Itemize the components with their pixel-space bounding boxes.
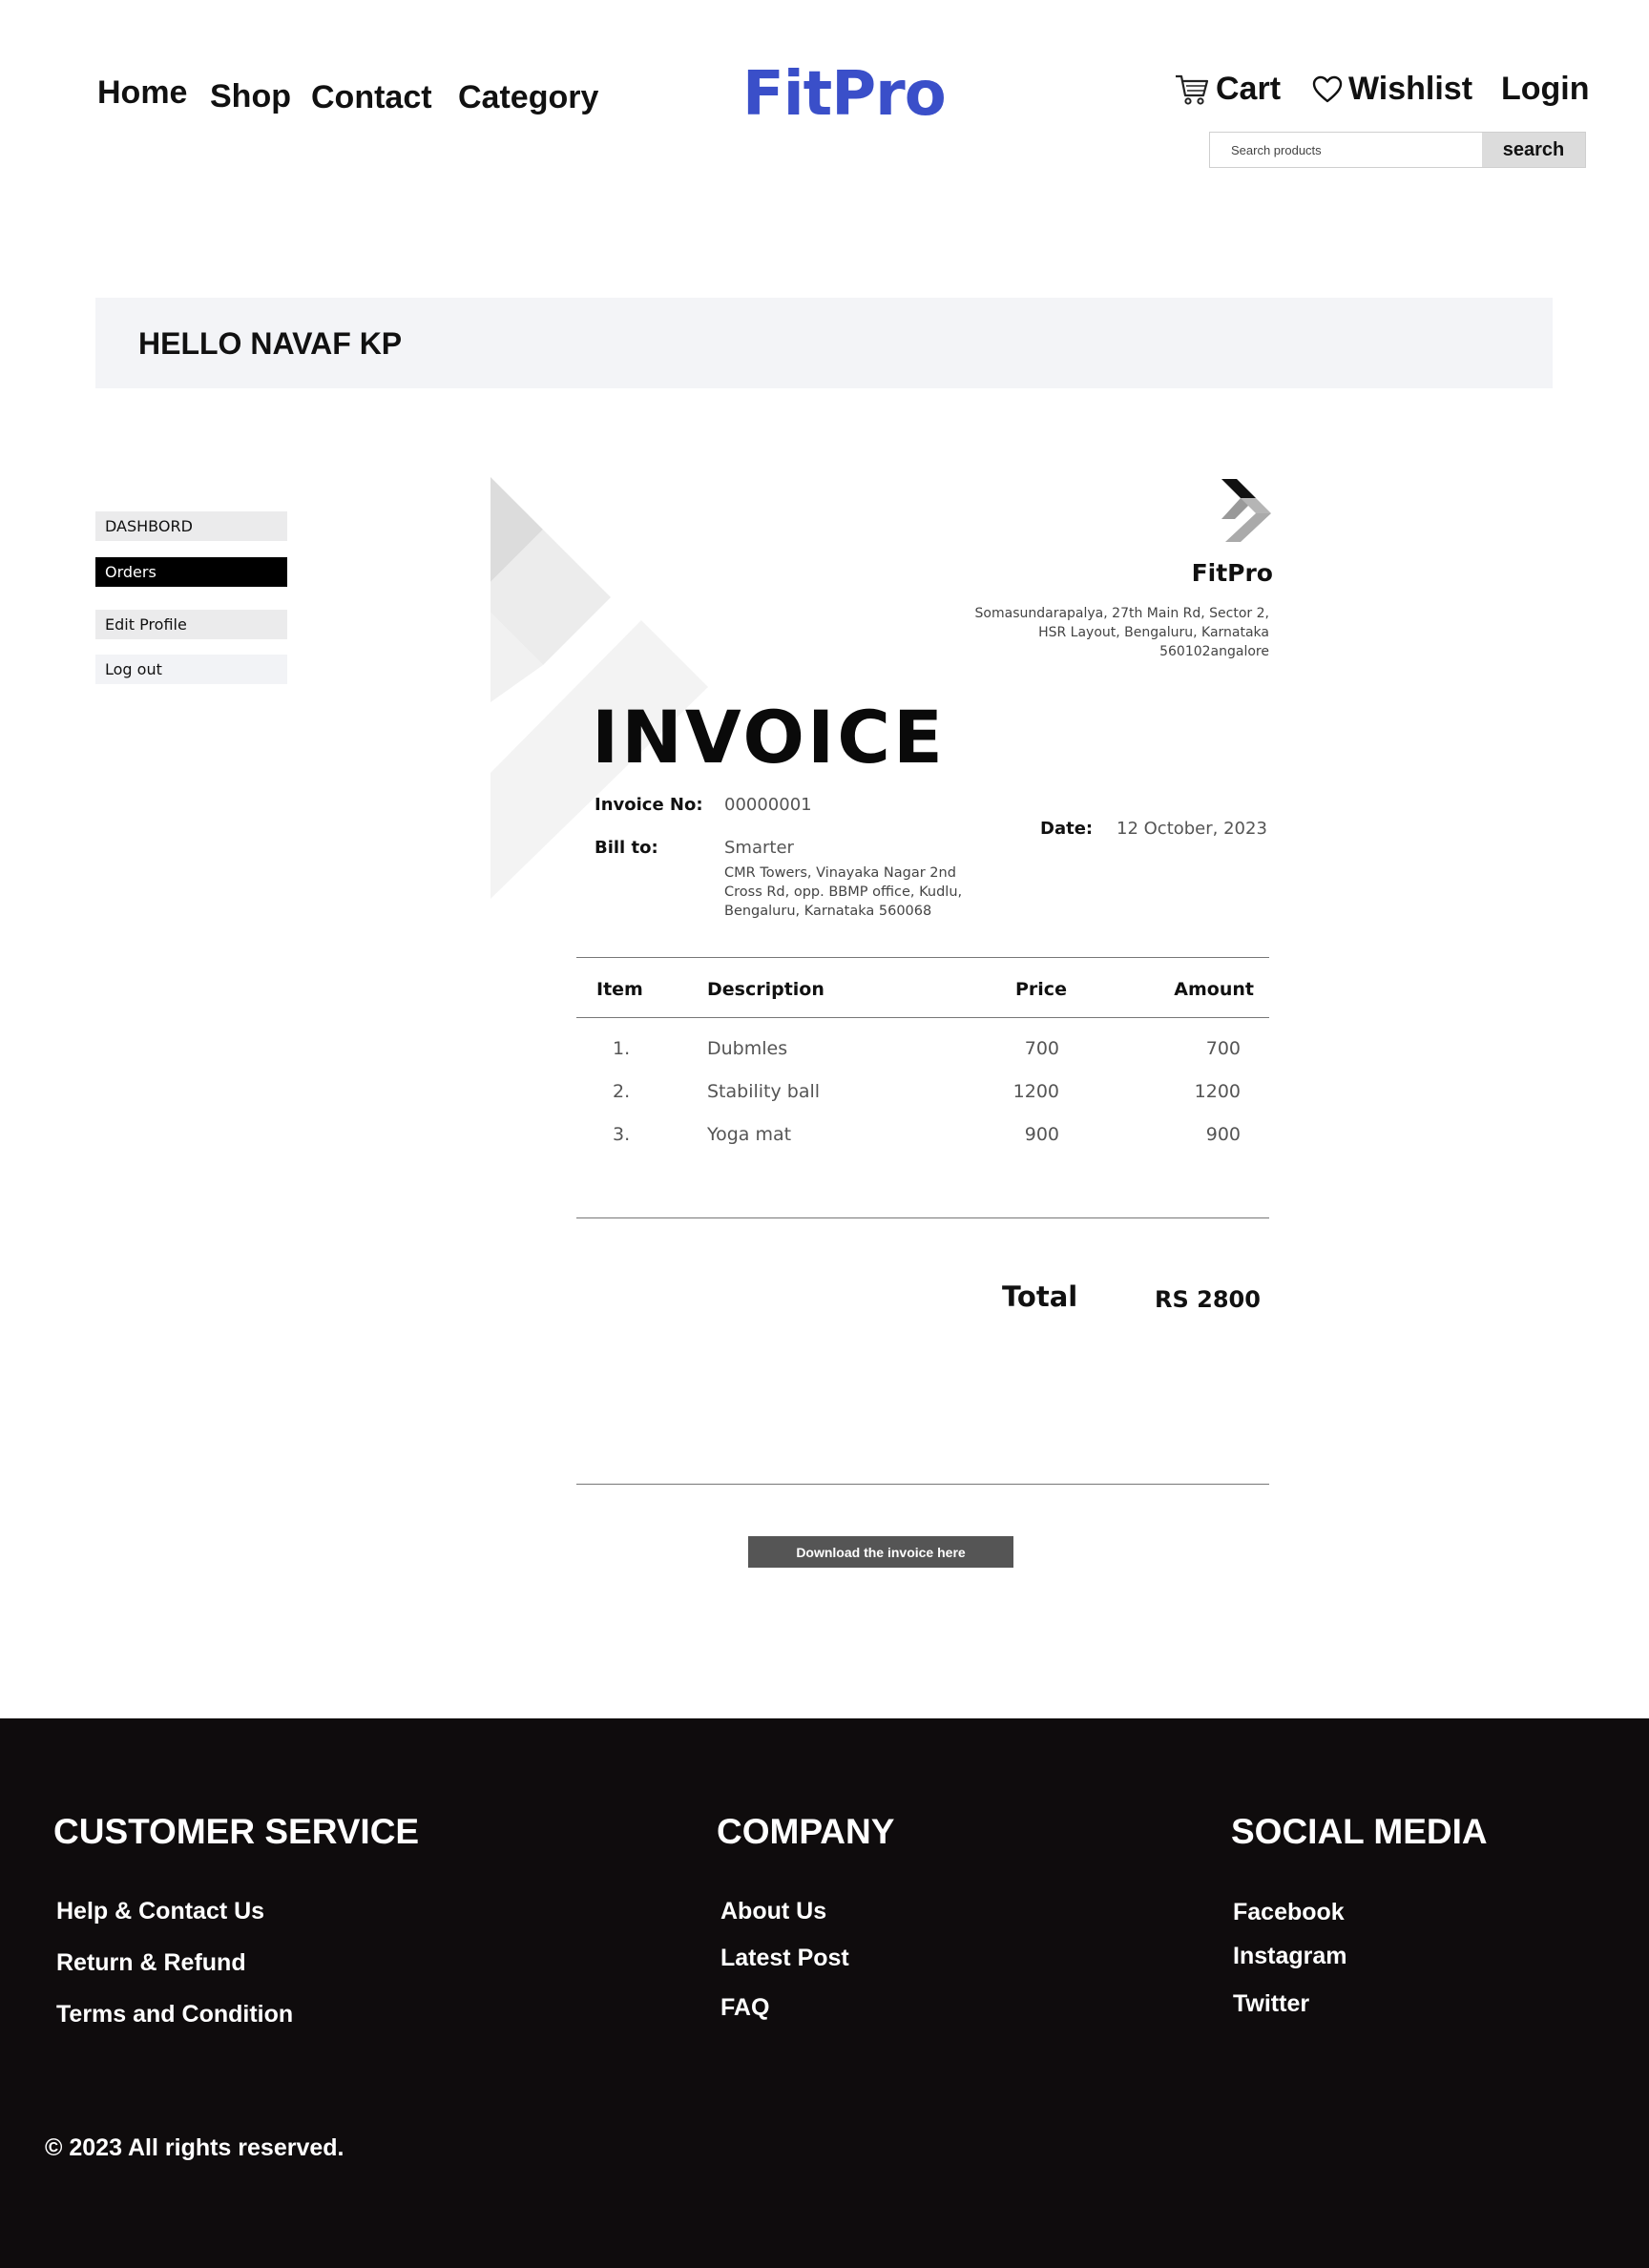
wishlist-label: Wishlist xyxy=(1348,71,1473,107)
cart-icon xyxy=(1174,72,1210,108)
invoice-no-value: 00000001 xyxy=(724,795,812,815)
date-label: Date: xyxy=(1040,819,1094,839)
bill-to-label: Bill to: xyxy=(595,838,658,858)
row-price: 900 xyxy=(1024,1124,1059,1145)
invoice-company-address: Somasundarapalya, 27th Main Rd, Sector 2… xyxy=(974,606,1269,659)
fitpro-chevron-logo-icon xyxy=(1221,479,1271,542)
nav-contact-link[interactable]: Contact xyxy=(311,79,432,116)
row-description: Stability ball xyxy=(707,1081,821,1102)
column-header-price: Price xyxy=(1015,979,1067,1000)
site-footer: CUSTOMER SERVICE Help & Contact Us Retur… xyxy=(0,1718,1649,2268)
heart-icon xyxy=(1312,75,1343,104)
search-bar: search xyxy=(1209,132,1586,168)
column-header-amount: Amount xyxy=(1174,979,1254,1000)
search-input[interactable] xyxy=(1210,133,1482,167)
row-amount: 700 xyxy=(1205,1038,1241,1059)
bill-to-name: Smarter xyxy=(724,838,794,858)
divider xyxy=(576,1017,1269,1018)
table-row: 2. Stability ball 1200 1200 xyxy=(491,1081,1273,1110)
cart-button[interactable]: Cart xyxy=(1174,71,1281,108)
total-value: RS 2800 xyxy=(1155,1286,1261,1313)
row-amount: 900 xyxy=(1205,1124,1241,1145)
date-value: 12 October, 2023 xyxy=(1117,819,1267,839)
brand-logo[interactable]: FitPro xyxy=(742,59,947,130)
footer-link-facebook[interactable]: Facebook xyxy=(1233,1899,1345,1926)
footer-heading-customer-service: CUSTOMER SERVICE xyxy=(53,1812,420,1851)
table-row: 3. Yoga mat 900 900 xyxy=(491,1124,1273,1153)
divider xyxy=(576,1217,1269,1218)
column-header-description: Description xyxy=(707,979,824,1000)
row-price: 700 xyxy=(1024,1038,1059,1059)
wishlist-button[interactable]: Wishlist xyxy=(1312,71,1472,108)
table-row: 1. Dubmles 700 700 xyxy=(491,1038,1273,1067)
row-item-number: 3. xyxy=(613,1124,631,1145)
cart-label: Cart xyxy=(1216,71,1282,107)
search-button[interactable]: search xyxy=(1482,133,1585,167)
bill-to-address: CMR Towers, Vinayaka Nagar 2nd Cross Rd,… xyxy=(724,865,963,919)
invoice-decorative-shapes xyxy=(491,477,708,899)
footer-link-terms[interactable]: Terms and Condition xyxy=(56,2001,293,2029)
footer-link-return-refund[interactable]: Return & Refund xyxy=(56,1949,246,1977)
invoice-no-label: Invoice No: xyxy=(595,795,703,815)
sidebar-item-logout[interactable]: Log out xyxy=(95,655,287,684)
footer-link-twitter[interactable]: Twitter xyxy=(1233,1990,1309,2018)
row-price: 1200 xyxy=(1012,1081,1059,1102)
footer-link-about[interactable]: About Us xyxy=(720,1898,826,1925)
nav-category-link[interactable]: Category xyxy=(458,79,598,116)
divider xyxy=(576,957,1269,958)
footer-heading-social-media: SOCIAL MEDIA xyxy=(1231,1812,1488,1851)
login-link[interactable]: Login xyxy=(1501,71,1590,108)
footer-link-faq[interactable]: FAQ xyxy=(720,1994,769,2022)
nav-home-link[interactable]: Home xyxy=(97,74,187,112)
sidebar-item-dashboard[interactable]: DASHBORD xyxy=(95,511,287,541)
nav-shop-link[interactable]: Shop xyxy=(210,78,291,115)
footer-link-help-contact[interactable]: Help & Contact Us xyxy=(56,1898,264,1925)
row-description: Yoga mat xyxy=(707,1124,792,1145)
row-item-number: 1. xyxy=(613,1038,631,1059)
footer-heading-company: COMPANY xyxy=(717,1812,895,1851)
sidebar-item-orders[interactable]: Orders xyxy=(95,557,287,587)
sidebar-item-edit-profile[interactable]: Edit Profile xyxy=(95,610,287,639)
copyright-text: © 2023 All rights reserved. xyxy=(45,2134,344,2161)
total-label: Total xyxy=(1002,1280,1078,1313)
invoice-title: INVOICE xyxy=(592,695,946,780)
footer-link-latest-post[interactable]: Latest Post xyxy=(720,1945,849,1972)
column-header-item: Item xyxy=(596,979,643,1000)
download-invoice-button[interactable]: Download the invoice here xyxy=(748,1536,1013,1568)
row-amount: 1200 xyxy=(1194,1081,1241,1102)
greeting-banner: HELLO NAVAF KP xyxy=(95,298,1553,388)
footer-link-instagram[interactable]: Instagram xyxy=(1233,1943,1346,1970)
invoice-company-name: FitPro xyxy=(1191,559,1273,587)
row-description: Dubmles xyxy=(707,1038,788,1059)
invoice-document: FitPro Somasundarapalya, 27th Main Rd, S… xyxy=(491,477,1273,1574)
divider xyxy=(576,1484,1269,1485)
greeting-text: HELLO NAVAF KP xyxy=(138,326,403,361)
row-item-number: 2. xyxy=(613,1081,631,1102)
